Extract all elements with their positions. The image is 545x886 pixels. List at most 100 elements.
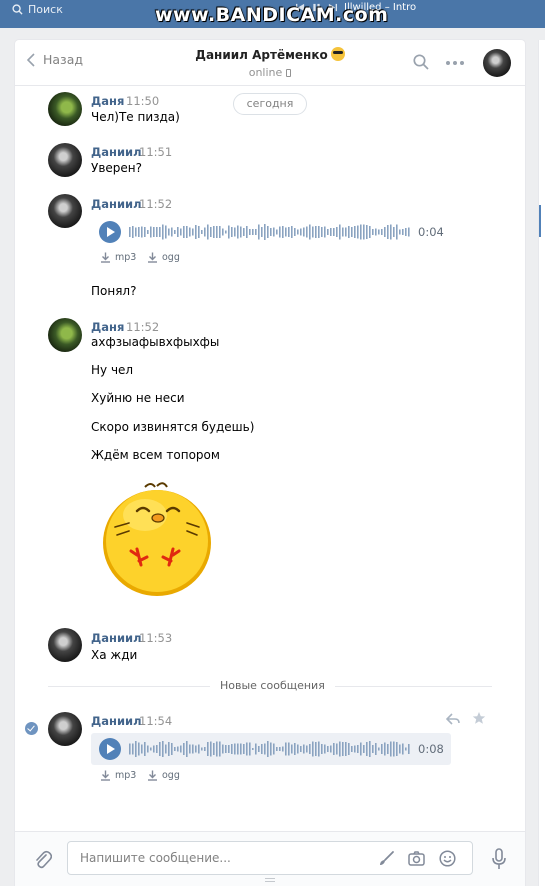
download-mp3-link[interactable]: mp3 xyxy=(100,770,136,781)
waveform-bar xyxy=(201,230,203,234)
waveform-bar xyxy=(390,224,392,240)
yellow-chick-sticker[interactable] xyxy=(101,481,213,597)
waveform-bar xyxy=(186,741,188,757)
message-time[interactable]: 11:52 xyxy=(139,197,172,211)
waveform-bar xyxy=(312,741,314,757)
waveform-bar xyxy=(309,744,311,754)
waveform-bar xyxy=(225,745,227,753)
waveform-bar xyxy=(144,227,146,237)
message-author[interactable]: Даня xyxy=(91,320,124,334)
waveform-bar xyxy=(192,744,194,754)
waveform-bar xyxy=(270,742,272,756)
avatar[interactable] xyxy=(48,318,82,352)
waveform-bar xyxy=(267,741,269,757)
download-ogg-link[interactable]: ogg xyxy=(147,770,180,781)
waveform-bar xyxy=(171,743,173,755)
contact-name-text: Даниил Артёменко xyxy=(195,48,328,62)
avatar[interactable] xyxy=(48,194,82,228)
avatar[interactable] xyxy=(48,628,82,662)
download-mp3-label: mp3 xyxy=(115,770,137,781)
waveform-bar xyxy=(156,745,158,753)
audio-waveform[interactable] xyxy=(129,739,411,759)
waveform-bar xyxy=(336,227,338,237)
download-icon xyxy=(101,252,110,263)
paperclip-icon[interactable] xyxy=(34,850,52,870)
waveform-bar xyxy=(315,742,317,756)
waveform-bar xyxy=(135,741,137,757)
search-in-chat-icon[interactable] xyxy=(413,54,429,70)
star-icon[interactable] xyxy=(472,711,486,725)
top-search-label: Поиск xyxy=(28,3,63,16)
message-text: Скоро извинятся будешь) xyxy=(91,420,255,434)
message-select-checkbox[interactable] xyxy=(25,722,38,735)
waveform-bar xyxy=(180,228,182,236)
graffiti-brush-icon[interactable] xyxy=(378,850,395,867)
message-time[interactable]: 11:53 xyxy=(139,631,172,645)
message-text: Ну чел xyxy=(91,363,134,377)
emoji-smile-icon[interactable] xyxy=(439,850,456,867)
audio-waveform[interactable] xyxy=(129,222,411,242)
avatar[interactable] xyxy=(48,143,82,177)
waveform-bar xyxy=(252,229,254,235)
download-mp3-link[interactable]: mp3 xyxy=(100,252,136,263)
play-button[interactable] xyxy=(99,221,121,243)
waveform-bar xyxy=(204,747,206,751)
waveform-bar xyxy=(309,224,311,240)
waveform-bar xyxy=(396,742,398,756)
camera-icon[interactable] xyxy=(408,850,425,867)
download-ogg-link[interactable]: ogg xyxy=(147,252,180,263)
waveform-bar xyxy=(408,227,410,237)
contact-avatar[interactable] xyxy=(483,49,511,77)
message-time[interactable]: 11:54 xyxy=(139,714,172,728)
message-author[interactable]: Даниил xyxy=(91,145,142,159)
waveform-bar xyxy=(192,228,194,236)
waveform-bar xyxy=(198,226,200,238)
right-panel-edge xyxy=(538,40,545,886)
waveform-bar xyxy=(246,742,248,756)
waveform-bar xyxy=(297,229,299,235)
right-panel-active-marker xyxy=(539,205,541,237)
message-input[interactable] xyxy=(80,842,360,874)
waveform-bar xyxy=(288,742,290,756)
waveform-bar xyxy=(339,224,341,240)
waveform-bar xyxy=(153,227,155,237)
waveform-bar xyxy=(249,229,251,235)
waveform-bar xyxy=(204,227,206,237)
waveform-bar xyxy=(273,743,275,755)
waveform-bar xyxy=(195,225,197,239)
contact-status-text: online xyxy=(248,66,283,79)
message-input-field[interactable] xyxy=(67,841,473,875)
message-time[interactable]: 11:50 xyxy=(126,94,159,108)
waveform-bar xyxy=(333,228,335,236)
message-time[interactable]: 11:51 xyxy=(139,145,172,159)
sunglasses-emoji-icon xyxy=(330,47,345,61)
message-author[interactable]: Даниил xyxy=(91,631,142,645)
message-author[interactable]: Даниил xyxy=(91,714,142,728)
waveform-bar xyxy=(297,744,299,754)
waveform-bar xyxy=(255,743,257,755)
avatar[interactable] xyxy=(48,92,82,126)
message-author[interactable]: Даниил xyxy=(91,197,142,211)
more-options-icon[interactable] xyxy=(445,60,465,66)
waveform-bar xyxy=(408,744,410,754)
avatar[interactable] xyxy=(48,712,82,746)
search-icon xyxy=(12,4,23,15)
waveform-bar xyxy=(180,745,182,753)
waveform-bar xyxy=(399,744,401,754)
message-author[interactable]: Даня xyxy=(91,94,124,108)
waveform-bar xyxy=(345,227,347,237)
reply-icon[interactable] xyxy=(446,713,460,725)
waveform-bar xyxy=(141,226,143,238)
waveform-bar xyxy=(345,742,347,756)
top-search-field[interactable]: Поиск xyxy=(12,2,132,17)
date-badge: сегодня xyxy=(233,93,307,115)
microphone-icon[interactable] xyxy=(492,848,506,870)
play-button[interactable] xyxy=(99,738,121,760)
resize-grip[interactable] xyxy=(265,878,275,882)
message-time[interactable]: 11:52 xyxy=(126,320,159,334)
waveform-bar xyxy=(387,744,389,754)
voice-message: 0:04 xyxy=(91,216,451,248)
waveform-bar xyxy=(315,226,317,238)
waveform-bar xyxy=(252,748,254,750)
waveform-bar xyxy=(150,747,152,751)
